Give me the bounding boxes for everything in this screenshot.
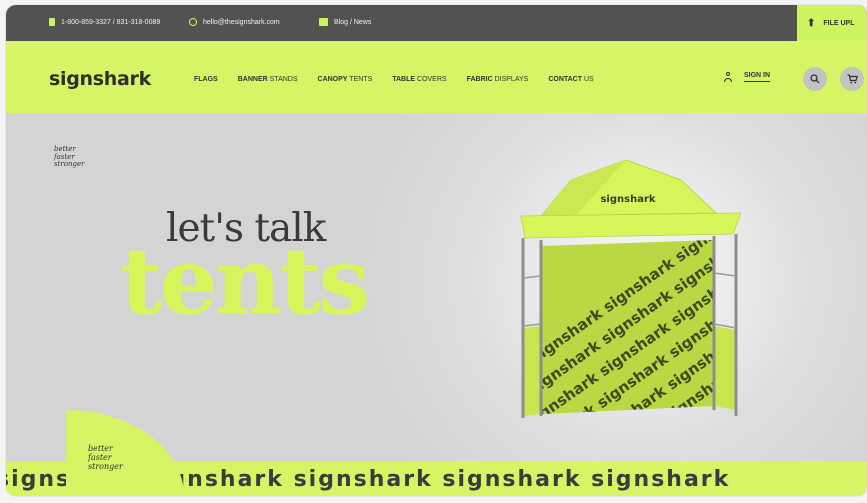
browser-frame: 1-800-859-3327 / 831-318-0089 hello@thes… bbox=[6, 5, 867, 496]
search-icon bbox=[810, 74, 820, 84]
main-nav: signshark FLAGS BANNER STANDS CANOPY TEN… bbox=[6, 41, 867, 113]
upload-label: FILE UPL bbox=[823, 19, 855, 27]
nav-item-contact-us[interactable]: CONTACT US bbox=[548, 76, 593, 83]
upload-icon: ⬆ bbox=[807, 17, 816, 29]
sign-in-link[interactable]: SIGN IN bbox=[724, 72, 771, 82]
nav-item-table-covers[interactable]: TABLE COVERS bbox=[392, 76, 446, 83]
phone-link[interactable]: 1-800-859-3327 / 831-318-0089 bbox=[49, 18, 160, 26]
tent-brand-label: signshark bbox=[600, 194, 655, 205]
search-button[interactable] bbox=[803, 67, 827, 91]
bottom-tagline: better faster stronger bbox=[88, 444, 123, 471]
nav-menu: FLAGS BANNER STANDS CANOPY TENTS TABLE C… bbox=[194, 76, 594, 83]
sign-in-label: SIGN IN bbox=[744, 72, 771, 82]
nav-item-flags[interactable]: FLAGS bbox=[194, 76, 218, 83]
email-link[interactable]: hello@thesignshark.com bbox=[189, 18, 280, 26]
blog-icon bbox=[319, 18, 328, 26]
blog-text: Blog / News bbox=[334, 18, 372, 26]
user-icon bbox=[724, 72, 732, 82]
tagline-line: stronger bbox=[54, 160, 85, 168]
nav-item-banner-stands[interactable]: BANNER STANDS bbox=[238, 76, 298, 83]
tagline-line: faster bbox=[88, 453, 112, 462]
cart-icon bbox=[847, 74, 858, 84]
tagline-line: better bbox=[88, 444, 113, 453]
file-upload-button[interactable]: ⬆ FILE UPL bbox=[797, 5, 867, 41]
phone-icon bbox=[49, 18, 55, 26]
email-icon bbox=[189, 18, 197, 26]
canopy-tent-image: signshark signshark signshark signshark … bbox=[520, 159, 741, 418]
hero-tagline: better faster stronger bbox=[54, 145, 85, 169]
cart-button[interactable] bbox=[840, 67, 864, 91]
blog-link[interactable]: Blog / News bbox=[319, 18, 371, 26]
hero-heading-line2: tents bbox=[120, 227, 370, 335]
phone-text: 1-800-859-3327 / 831-318-0089 bbox=[61, 18, 161, 26]
nav-item-fabric-displays[interactable]: FABRIC DISPLAYS bbox=[467, 76, 529, 83]
nav-item-canopy-tents[interactable]: CANOPY TENTS bbox=[318, 76, 373, 83]
email-text: hello@thesignshark.com bbox=[203, 18, 280, 26]
hero-section: better faster stronger let's talk tents … bbox=[6, 113, 867, 462]
site-logo[interactable]: signshark bbox=[49, 68, 151, 90]
tagline-line: stronger bbox=[88, 462, 123, 471]
top-bar: 1-800-859-3327 / 831-318-0089 hello@thes… bbox=[6, 5, 867, 41]
